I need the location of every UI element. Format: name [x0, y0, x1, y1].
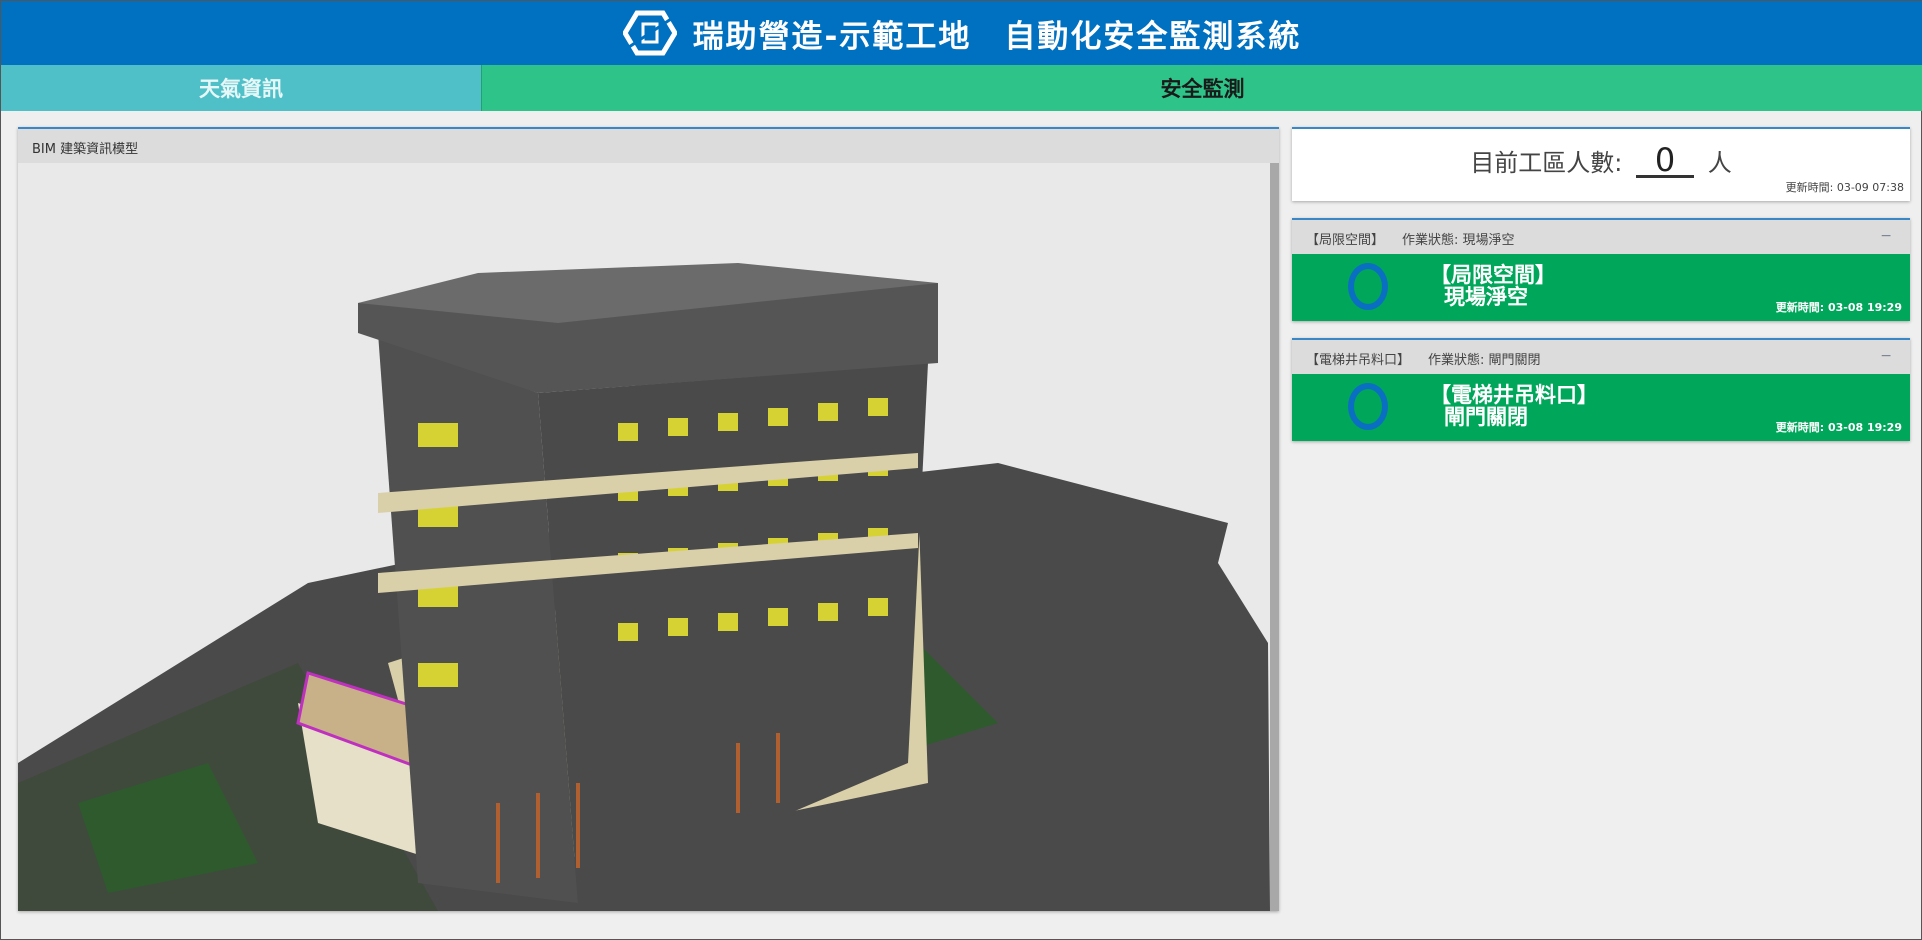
card-updated: 更新時間: 03-08 19:29: [1775, 421, 1902, 434]
collapse-button[interactable]: −: [1880, 228, 1892, 244]
card-body-title: 【局限空間】: [1430, 263, 1556, 287]
tab-weather[interactable]: 天氣資訊: [1, 65, 481, 111]
card-name: 【局限空間】: [1306, 233, 1385, 248]
worker-count-label: 目前工區人數:: [1470, 149, 1623, 177]
app-title: 瑞助營造-示範工地 自動化安全監測系統: [692, 18, 1302, 55]
worker-count-updated: 更新時間: 03-09 07:38: [1785, 181, 1904, 194]
confined-space-card: 【局限空間】 作業狀態: 現場淨空 − 【局限空間】 現場淨空 更新時間: 03-…: [1292, 218, 1910, 321]
card-body-status: 現場淨空: [1444, 285, 1528, 309]
elevator-shaft-card: 【電梯井吊料口】 作業狀態: 閘門關閉 − 【電梯井吊料口】 閘門關閉 更新時間:…: [1292, 338, 1910, 441]
card-header: 【電梯井吊料口】 作業狀態: 閘門關閉 −: [1292, 340, 1910, 374]
collapse-button[interactable]: −: [1880, 348, 1892, 364]
card-body: 【局限空間】 現場淨空 更新時間: 03-08 19:29: [1292, 254, 1910, 321]
main-tabs: 天氣資訊 安全監測: [1, 65, 1922, 111]
card-body-title: 【電梯井吊料口】: [1430, 383, 1598, 407]
card-status: 作業狀態: 閘門關閉: [1428, 353, 1541, 368]
status-ok-circle-icon: [1348, 263, 1388, 310]
card-updated: 更新時間: 03-08 19:29: [1775, 301, 1902, 314]
app-header: 瑞助營造-示範工地 自動化安全監測系統: [1, 1, 1922, 65]
worker-count-unit: 人: [1707, 149, 1732, 177]
card-body: 【電梯井吊料口】 閘門關閉 更新時間: 03-08 19:29: [1292, 374, 1910, 441]
bim-panel-title: BIM 建築資訊模型: [18, 129, 1279, 163]
card-name: 【電梯井吊料口】: [1306, 353, 1411, 368]
card-header: 【局限空間】 作業狀態: 現場淨空 −: [1292, 220, 1910, 254]
worker-count-panel: 目前工區人數: 0 人 更新時間: 03-09 07:38: [1292, 127, 1910, 201]
tab-safety-monitoring[interactable]: 安全監測: [481, 65, 1922, 111]
bim-3d-viewer[interactable]: [18, 163, 1270, 911]
bim-building-model: [18, 263, 1270, 911]
company-logo: [622, 10, 677, 56]
bim-panel: BIM 建築資訊模型: [18, 127, 1279, 911]
bim-scrollbar[interactable]: [1270, 163, 1279, 911]
status-ok-circle-icon: [1348, 383, 1388, 430]
card-body-status: 閘門關閉: [1444, 405, 1528, 429]
worker-count-value: 0: [1636, 144, 1695, 178]
card-status: 作業狀態: 現場淨空: [1402, 233, 1515, 248]
